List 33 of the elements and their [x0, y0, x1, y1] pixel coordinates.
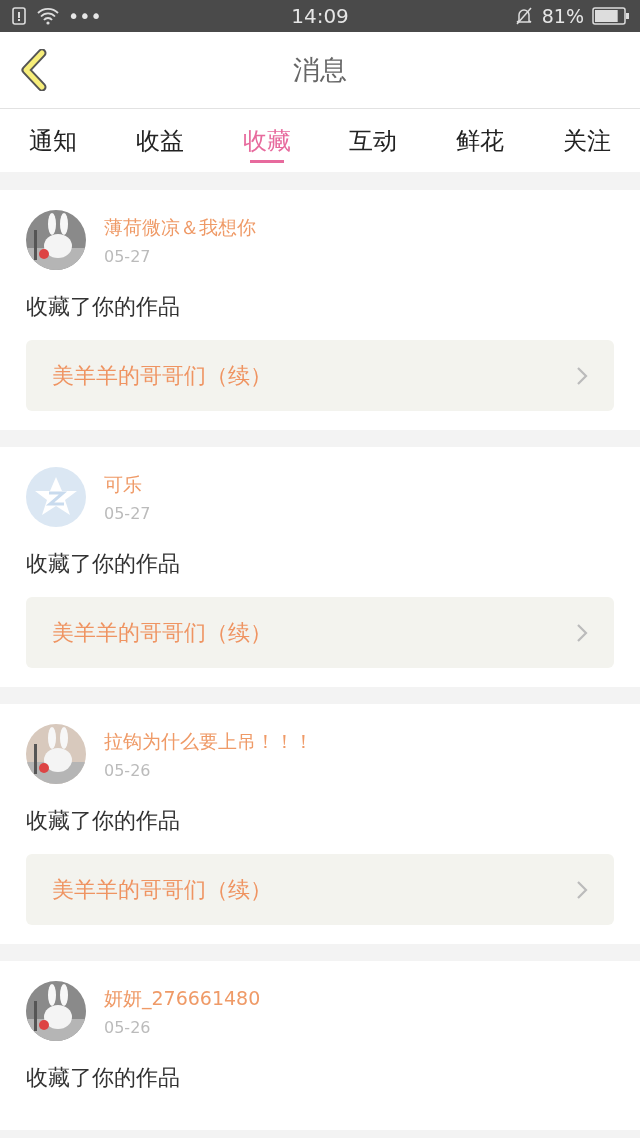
page-title: 消息 — [293, 53, 347, 87]
tab[interactable]: 收藏 — [213, 109, 320, 172]
message-date: 05-26 — [104, 760, 152, 780]
tab[interactable]: 通知 — [0, 109, 107, 172]
sim-card-icon — [10, 7, 28, 25]
chevron-right-icon — [576, 365, 588, 386]
more-indicator: ••• — [68, 5, 102, 27]
work-link[interactable]: 美羊羊的哥哥们（续） — [26, 854, 614, 925]
work-link[interactable]: 美羊羊的哥哥们（续） — [26, 340, 614, 411]
message-text: 收藏了你的作品 — [26, 807, 181, 835]
status-time: 14:09 — [291, 4, 349, 28]
tab[interactable]: 关注 — [533, 109, 640, 172]
user-name[interactable]: 妍妍_276661480 — [104, 985, 261, 1012]
message-text: 收藏了你的作品 — [26, 293, 181, 321]
battery-percent: 81% — [541, 5, 584, 27]
message-date: 05-27 — [104, 503, 151, 523]
bell-off-icon — [513, 6, 534, 26]
tab[interactable]: 鲜花 — [426, 109, 534, 172]
user-name[interactable]: 拉钩为什么要上吊！！！ — [104, 728, 313, 755]
user-name[interactable]: 可乐 — [104, 471, 151, 498]
default-avatar-icon — [26, 467, 86, 527]
message-date: 05-27 — [104, 246, 152, 266]
message-date: 05-26 — [104, 1017, 152, 1037]
wifi-icon — [36, 7, 60, 25]
tab[interactable]: 互动 — [320, 109, 427, 172]
tab[interactable]: 收益 — [106, 109, 214, 172]
work-link[interactable]: 美羊羊的哥哥们（续） — [26, 597, 614, 668]
message-text: 收藏了你的作品 — [26, 1064, 181, 1092]
user-name[interactable]: 薄荷微凉＆我想你 — [104, 214, 256, 241]
chevron-right-icon — [576, 622, 588, 643]
message-text: 收藏了你的作品 — [26, 550, 181, 578]
battery-icon — [592, 7, 630, 25]
chevron-right-icon — [576, 879, 588, 900]
